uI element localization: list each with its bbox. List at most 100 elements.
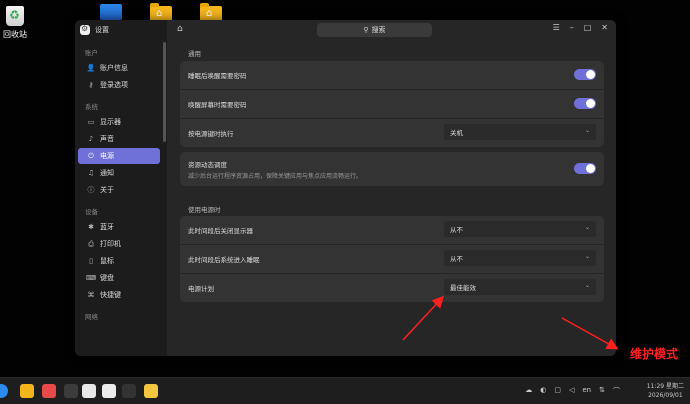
section-title-on-power: 使用电源时: [188, 206, 221, 214]
chevron-down-icon: ⌄: [584, 253, 590, 260]
sidebar-group-account: 账户: [85, 49, 98, 57]
search-input[interactable]: ⚲ 搜索: [317, 23, 432, 37]
monitor-icon: ▭: [87, 118, 95, 126]
main-panel: ⌂ ⚲ 搜索 ☰ – □ ✕ 通用 睡眠后唤醒需要密码 唤醒屏幕时需要密码 按电…: [167, 20, 616, 356]
select-value: 关机: [450, 129, 463, 137]
trash-desktop-icon[interactable]: 回收站: [3, 6, 27, 40]
chevron-down-icon: ⌄: [584, 282, 590, 289]
wake-password-screen-toggle[interactable]: [574, 98, 596, 109]
clock[interactable]: 11:29 星期二 2026/09/01: [647, 382, 684, 400]
sidebar-item-label: 蓝牙: [100, 223, 114, 231]
sidebar-item-account-info[interactable]: 👤 账户信息: [78, 60, 160, 76]
app-store-icon[interactable]: [42, 384, 56, 398]
keyboard-icon: ⌨: [86, 274, 97, 282]
terminal-icon[interactable]: [122, 384, 136, 398]
home-icon[interactable]: ⌂: [177, 24, 183, 34]
settings-taskbar-icon[interactable]: [102, 384, 116, 398]
shortcut-icon: ⌘: [87, 291, 95, 299]
sidebar-item-label: 关于: [100, 186, 114, 194]
sidebar-item-bluetooth[interactable]: ✱ 蓝牙: [78, 219, 160, 235]
row-wake-password-screen: 唤醒屏幕时需要密码: [180, 90, 604, 119]
sidebar-item-login-options[interactable]: ⚷ 登录选项: [78, 77, 160, 93]
row-description: 减少后台运行程序资源占用，保障关键应用与焦点应用流畅运行。: [188, 172, 363, 180]
sidebar-item-label: 快捷键: [100, 291, 121, 299]
minimize-icon[interactable]: –: [570, 23, 574, 32]
bluetooth-icon: ✱: [88, 223, 94, 231]
sidebar-item-label: 声音: [100, 135, 114, 143]
annotation-label: 维护模式: [630, 347, 679, 361]
clock-time: 11:29 星期二: [646, 383, 684, 390]
maximize-icon[interactable]: □: [584, 23, 592, 32]
volume-icon[interactable]: ◁: [569, 386, 574, 396]
computer-desktop-icon[interactable]: [100, 4, 122, 20]
row-power-plan: 电源计划 最佳能效 ⌄: [180, 274, 604, 302]
sidebar-scrollbar[interactable]: [163, 42, 166, 142]
window-controls: ☰ – □ ✕: [553, 23, 608, 32]
recycle-bin-icon: [6, 6, 24, 26]
sidebar-item-label: 登录选项: [100, 81, 128, 89]
wake-password-sleep-toggle[interactable]: [574, 69, 596, 80]
sidebar-item-mouse[interactable]: ▯ 鼠标: [78, 253, 160, 269]
close-icon[interactable]: ✕: [601, 23, 608, 32]
sidebar: 设置 账户 👤 账户信息 ⚷ 登录选项 系统 ▭ 显示器 ♪ 声音 ⏻: [75, 20, 167, 356]
section-title-general: 通用: [188, 50, 201, 58]
select-value: 从不: [450, 226, 463, 234]
sidebar-item-notifications[interactable]: ♫ 通知: [78, 165, 160, 181]
key-icon: ⚷: [88, 81, 94, 89]
sidebar-item-label: 鼠标: [100, 257, 114, 265]
sidebar-item-label: 账户信息: [100, 64, 128, 72]
row-label: 此时间段后关闭显示器: [188, 227, 253, 235]
file-manager-icon[interactable]: [20, 384, 34, 398]
sidebar-item-label: 键盘: [100, 274, 114, 282]
system-tray: ☁ ◐ ▢ ◁ en ⇅ ⌒: [525, 386, 620, 396]
network-icon[interactable]: ⇅: [599, 386, 605, 396]
row-sleep: 此时间段后系统进入睡眠 从不 ⌄: [180, 245, 604, 274]
display-off-select[interactable]: 从不 ⌄: [444, 221, 596, 237]
sidebar-item-sound[interactable]: ♪ 声音: [78, 131, 160, 147]
select-value: 最佳能效: [450, 284, 476, 292]
launcher-icon[interactable]: [0, 384, 8, 398]
language-indicator[interactable]: en: [582, 386, 591, 396]
sidebar-item-about[interactable]: ⓘ 关于: [78, 182, 160, 198]
battery-icon[interactable]: ▢: [554, 386, 561, 396]
sidebar-item-keyboard[interactable]: ⌨ 键盘: [78, 270, 160, 286]
user-icon: 👤: [86, 64, 96, 72]
row-text: 资源动态调度 减少后台运行程序资源占用，保障关键应用与焦点应用流畅运行。: [188, 159, 362, 180]
power-plan-select[interactable]: 最佳能效 ⌄: [444, 279, 596, 295]
sidebar-item-printer[interactable]: ⎙ 打印机: [78, 236, 160, 252]
row-label: 睡眠后唤醒需要密码: [188, 72, 247, 80]
placeholder-app-icon[interactable]: [64, 384, 78, 398]
desktop: 回收站 设置 账户 👤 账户信息 ⚷ 登录选项 系统 ▭: [0, 0, 690, 404]
sidebar-item-shortcuts[interactable]: ⌘ 快捷键: [78, 287, 160, 303]
notes-icon[interactable]: [144, 384, 158, 398]
row-label: 资源动态调度: [188, 160, 227, 169]
trash-label: 回收站: [3, 30, 27, 39]
window-app-icon[interactable]: [82, 384, 96, 398]
power-icon: ⏻: [88, 151, 94, 160]
sleep-select[interactable]: 从不 ⌄: [444, 250, 596, 266]
row-power-button: 按电源键时执行 关机 ⌄: [180, 119, 604, 147]
row-display-off: 此时间段后关闭显示器 从不 ⌄: [180, 216, 604, 245]
titlebar: ⌂ ⚲ 搜索 ☰ – □ ✕: [167, 20, 616, 40]
search-icon: ⚲: [363, 26, 369, 34]
sidebar-item-label: 电源: [100, 152, 114, 160]
bell-icon: ♫: [87, 169, 95, 177]
cloud-icon[interactable]: ☁: [525, 386, 532, 396]
row-wake-password-sleep: 睡眠后唤醒需要密码: [180, 61, 604, 90]
input-method-icon[interactable]: ◐: [540, 386, 546, 396]
mouse-icon: ▯: [89, 257, 93, 265]
resource-scheduling-toggle[interactable]: [574, 163, 596, 174]
app-header: 设置: [75, 20, 167, 40]
monitor-icon: [100, 4, 122, 20]
settings-window: 设置 账户 👤 账户信息 ⚷ 登录选项 系统 ▭ 显示器 ♪ 声音 ⏻: [75, 20, 616, 356]
menu-icon[interactable]: ☰: [553, 23, 560, 32]
power-button-select[interactable]: 关机 ⌄: [444, 124, 596, 140]
sidebar-item-display[interactable]: ▭ 显示器: [78, 114, 160, 130]
resource-card: 资源动态调度 减少后台运行程序资源占用，保障关键应用与焦点应用流畅运行。: [180, 152, 604, 186]
clock-date: 2026/09/01: [648, 392, 683, 399]
settings-app-icon: [80, 24, 90, 35]
row-label: 电源计划: [188, 285, 214, 293]
sidebar-item-power[interactable]: ⏻ 电源: [78, 148, 160, 164]
sidebar-group-devices: 设备: [85, 208, 98, 216]
wifi-icon[interactable]: ⌒: [613, 386, 620, 396]
